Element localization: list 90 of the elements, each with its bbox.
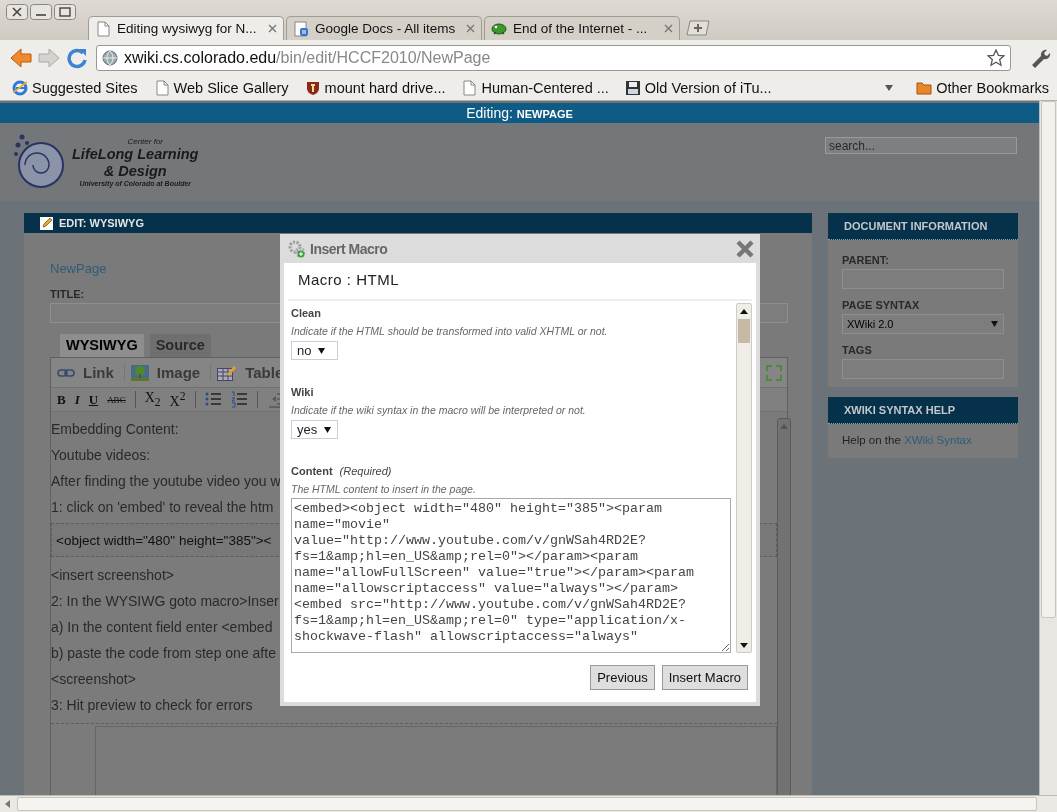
panel-title: DOCUMENT INFORMATION	[844, 220, 988, 232]
caret-icon	[317, 346, 327, 355]
scrollbar[interactable]	[777, 418, 791, 795]
editor-text: a) In the content field enter <embed	[51, 618, 273, 637]
field-label: PARENT:	[842, 254, 890, 266]
browser-tab[interactable]: End of the Internet - ...	[484, 16, 680, 40]
editor-text: Youtube videos:	[51, 446, 151, 465]
strikethrough-button[interactable]: ABC	[107, 394, 126, 405]
panel-title: XWIKI SYNTAX HELP	[844, 404, 956, 416]
help-text: Help on the XWiki Syntax	[842, 434, 973, 446]
dialog-button[interactable]: Previous	[590, 665, 655, 690]
param-label: Wiki	[291, 386, 314, 398]
logo-title: & Design	[103, 163, 167, 180]
page-icon	[153, 80, 170, 96]
field-label: PAGE SYNTAX	[842, 299, 921, 311]
bullet-list-icon[interactable]	[204, 391, 222, 408]
editor-text: b) paste the code from step one afte	[51, 644, 276, 663]
italic-button[interactable]: I	[74, 391, 80, 408]
bookmark[interactable]: Suggested Sites	[12, 80, 138, 96]
field-label: TAGS	[842, 344, 873, 356]
logo-title: LifeLong Learning	[72, 146, 199, 163]
close-icon[interactable]	[6, 4, 28, 20]
shield-icon	[304, 80, 321, 96]
select-field[interactable]: yes	[291, 420, 338, 439]
scroll-left-icon[interactable]	[3, 799, 13, 809]
page-icon	[461, 80, 478, 96]
scrollbar[interactable]	[1039, 101, 1057, 795]
dialog-heading: Macro : HTML	[288, 263, 752, 301]
param-description: Indicate if the HTML should be transformed into valid XHTML or not.	[291, 325, 609, 337]
bookmark[interactable]: Other Bookmarks	[916, 80, 1049, 96]
forward-icon[interactable]	[38, 48, 60, 68]
dialog-title: Insert Macro	[310, 240, 388, 257]
param-description: The HTML content to insert in the page.	[291, 483, 477, 495]
caret-icon	[323, 425, 333, 434]
gears-icon	[288, 239, 306, 258]
underline-button[interactable]: U	[88, 391, 99, 408]
subscript-button[interactable]: X$_{2}$	[144, 390, 161, 409]
globe-icon	[102, 50, 118, 66]
address-field[interactable]: xwiki.cs.colorado.edu/bin/edit/HCCF2010/NewPage	[96, 45, 1011, 71]
syntax-select[interactable]: XWiki 2.0	[842, 314, 1004, 334]
bookmark[interactable]: mount hard drive...	[304, 80, 446, 96]
code-text: <object width="480" height="385"><	[56, 532, 272, 548]
required-note: (Required)	[339, 465, 392, 477]
dialog-button[interactable]: Insert Macro	[661, 665, 748, 690]
star-icon[interactable]	[987, 49, 1005, 67]
floppy-icon	[624, 80, 641, 96]
caret-icon	[990, 320, 999, 328]
folder-icon	[916, 81, 933, 95]
page-icon	[95, 20, 111, 37]
editor-text: <insert screenshot>	[51, 566, 174, 585]
editor-text: 2: In the WYSIWG goto macro>Inser	[51, 592, 279, 611]
panel-title: EDIT: WYSIWYG	[59, 217, 144, 229]
select-field[interactable]: no	[291, 341, 338, 360]
pencil-icon	[40, 216, 54, 230]
bookmark[interactable]: Web Slice Gallery	[153, 80, 289, 96]
param-description: Indicate if the wiki syntax in the macro will be interpreted or not.	[291, 404, 587, 416]
editor-text: After finding the youtube video you w	[51, 472, 281, 491]
minimize-icon[interactable]	[30, 4, 52, 20]
scrollbar[interactable]	[0, 795, 1057, 812]
close-icon[interactable]	[736, 239, 754, 258]
new-tab-icon[interactable]	[686, 20, 710, 36]
maximize-icon[interactable]	[54, 4, 76, 20]
e-globe-icon	[12, 80, 28, 96]
bookmark[interactable]: Old Version of iTu...	[624, 80, 772, 96]
chevron-down-icon[interactable]	[884, 84, 895, 92]
browser-tab[interactable]: Editing wysiwyg for N...	[88, 16, 284, 40]
param-label: Content	[291, 465, 333, 477]
editor-text: <screenshot>	[51, 670, 136, 689]
tree-picture-icon	[130, 364, 149, 381]
search-field[interactable]: search...	[825, 137, 1017, 154]
editor-text: Embedding Content:	[51, 420, 179, 439]
reload-icon[interactable]	[66, 47, 88, 69]
table-icon	[217, 364, 238, 381]
bold-button[interactable]: B	[57, 391, 66, 408]
bookmark[interactable]: Human-Centered ...	[461, 80, 609, 96]
close-icon[interactable]	[268, 24, 277, 33]
editor-text: 1: click on 'embed' to reveal the htm	[51, 498, 274, 517]
editor-text: 3: Hit preview to check for errors	[51, 696, 253, 715]
editing-title: Editing: NEWPAGE	[466, 105, 573, 121]
content-field[interactable]: <embed><object width="480" height="385"><param name="movie" value="http://www.youtube.com/v/gnWSah4RD2E?fs=1&amp;hl=en_US&amp;rel=0"></param><param name="allowFullScreen" value="true"></param><param name="allowscriptaccess" value="always"></param><embed src="http://www.youtube.com/v/gnWSah4RD2E?fs=1&amp;hl=en_US&amp;rel=0" type="application/x-shockwave-flash" allowscriptaccess="always"	[291, 498, 731, 653]
scrollbar-thumb[interactable]	[738, 319, 750, 343]
browser-tab[interactable]: Google Docs - All items	[286, 16, 482, 40]
back-icon[interactable]	[10, 48, 32, 68]
field-label: TITLE:	[50, 288, 86, 300]
editor-tab[interactable]: WYSIWYG	[60, 334, 144, 357]
numbered-list-icon[interactable]	[230, 391, 248, 408]
superscript-button[interactable]: X$^{2}$	[169, 389, 186, 410]
param-label: Clean	[291, 307, 321, 319]
document-icon	[293, 20, 309, 37]
logo-text-line: Center for	[127, 137, 163, 146]
